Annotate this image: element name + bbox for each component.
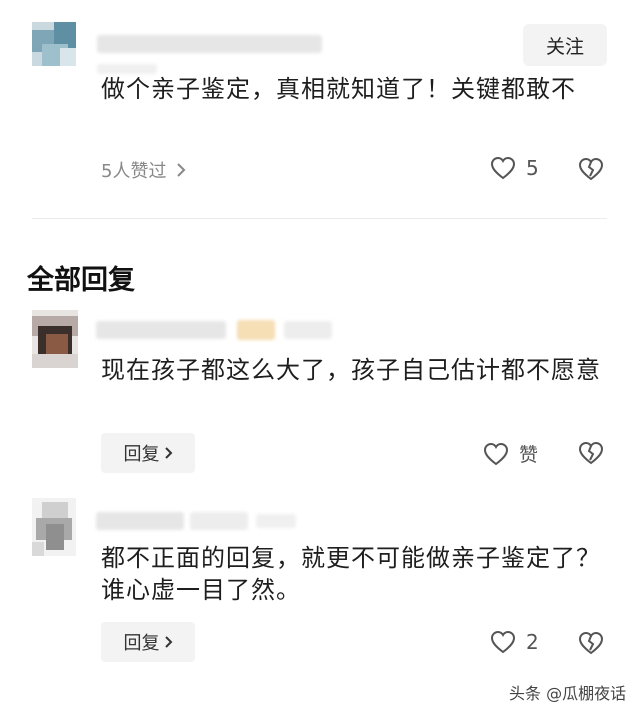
like-count: 2	[526, 630, 539, 654]
like-button[interactable]: 赞	[483, 440, 538, 467]
heart-icon	[483, 442, 509, 466]
avatar[interactable]	[32, 22, 76, 66]
chevron-right-icon	[176, 162, 186, 178]
follow-button[interactable]: 关注	[523, 24, 607, 66]
watermark: 头条 @瓜棚夜话	[509, 684, 627, 703]
reply-button[interactable]: 回复	[101, 433, 195, 473]
broken-heart-icon[interactable]	[578, 157, 604, 181]
username-blurred[interactable]	[96, 512, 184, 530]
user-tag-blurred	[256, 514, 296, 528]
likers-text: 5人赞过	[101, 161, 167, 182]
like-count: 5	[526, 156, 539, 180]
reply-label: 回复	[123, 444, 160, 465]
chevron-right-icon	[164, 635, 173, 649]
likers-link[interactable]: 5人赞过	[101, 157, 186, 183]
reply-label: 回复	[123, 633, 160, 654]
username-blurred[interactable]	[96, 321, 226, 339]
reply-text: 都不正面的回复，就更不可能做亲子鉴定了？谁心虚一目了然。	[101, 544, 601, 604]
like-label: 赞	[519, 444, 539, 466]
user-tag-blurred	[190, 512, 248, 530]
like-button[interactable]: 2	[490, 630, 539, 654]
user-tag-blurred	[284, 321, 332, 339]
username-blurred[interactable]	[97, 35, 322, 53]
avatar[interactable]	[32, 310, 78, 368]
chevron-right-icon	[164, 446, 173, 460]
broken-heart-icon[interactable]	[578, 631, 604, 655]
avatar[interactable]	[32, 498, 76, 556]
broken-heart-icon[interactable]	[578, 441, 604, 465]
like-button[interactable]: 5	[490, 156, 539, 180]
divider	[32, 218, 607, 219]
level-badge-blurred	[237, 320, 275, 340]
heart-icon	[490, 156, 516, 180]
follow-label: 关注	[545, 35, 584, 58]
reply-button[interactable]: 回复	[101, 622, 195, 662]
comment-text: 做个亲子鉴定，真相就知道了！关键都敢不	[101, 75, 576, 103]
heart-icon	[490, 630, 516, 654]
reply-text: 现在孩子都这么大了，孩子自己估计都不愿意	[101, 356, 601, 384]
section-title: 全部回复	[27, 265, 135, 296]
